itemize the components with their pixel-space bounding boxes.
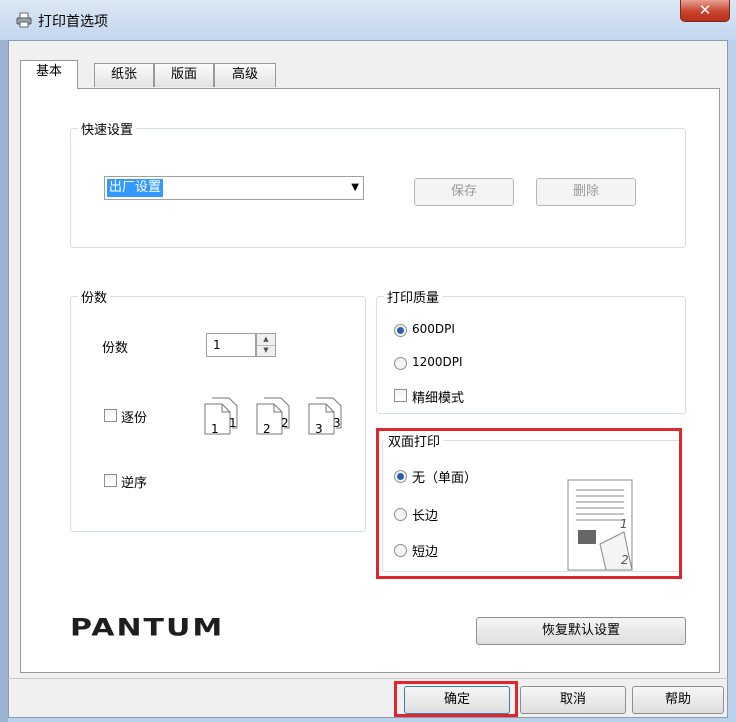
copies-title: 份数 [78,287,111,306]
quality-600dpi-label: 600DPI [412,322,455,336]
ok-highlight-box [394,681,518,717]
collate-page-number: 3 [333,416,341,430]
tab-advanced[interactable]: 高级 [214,63,276,87]
collate-page-number: 1 [229,416,237,430]
print-preferences-window: 打印首选项 ✕ 基本 纸张 版面 高级 快速设置 出厂设置 ▼ 保存 删除 份数… [0,0,736,722]
quality-600dpi-radio[interactable] [394,324,407,337]
collate-page-set-3: 3 3 [308,397,342,436]
window-border [0,40,8,722]
printer-icon [16,12,32,28]
print-quality-title: 打印质量 [384,287,443,306]
collate-page-number: 1 [211,422,219,436]
duplex-highlight-box [376,428,682,579]
reverse-order-checkbox[interactable] [104,474,117,487]
window-title: 打印首选项 [38,14,108,30]
collate-page-number: 2 [263,422,271,436]
fine-mode-checkbox[interactable] [394,389,407,402]
arrow-down-icon[interactable]: ▼ [257,345,275,356]
collate-page-set-1: 1 1 [204,397,238,436]
chevron-down-icon: ▼ [351,182,359,193]
tab-layout[interactable]: 版面 [154,63,214,87]
collate-page-set-2: 2 2 [256,397,290,436]
save-button[interactable]: 保存 [414,178,514,206]
copies-input[interactable]: 1 [206,333,256,357]
tab-paper[interactable]: 纸张 [94,63,154,87]
tab-basic[interactable]: 基本 [20,60,78,89]
copies-stepper[interactable]: ▲ ▼ [256,333,276,357]
help-button[interactable]: 帮助 [632,686,724,714]
quick-settings-select[interactable]: 出厂设置 ▼ [104,176,364,200]
cancel-button[interactable]: 取消 [520,686,626,714]
collate-page-number: 3 [315,422,323,436]
reverse-order-label: 逆序 [121,476,148,491]
copies-label: 份数 [102,341,129,356]
close-button[interactable]: ✕ [680,0,730,22]
title-bar[interactable]: 打印首选项 ✕ [0,0,736,40]
quality-1200dpi-label: 1200DPI [412,355,463,369]
quick-settings-selected: 出厂设置 [107,179,164,197]
footer-divider [8,678,728,679]
fine-mode-label: 精细模式 [412,391,465,406]
collate-page-number: 2 [281,416,289,430]
restore-defaults-button[interactable]: 恢复默认设置 [476,617,686,645]
collate-pages-icon: 1 1 2 2 3 3 [204,397,342,436]
collate-label: 逐份 [121,411,148,426]
collate-checkbox[interactable] [104,409,117,422]
pantum-logo: PANTUM [70,614,225,642]
quick-settings-title: 快速设置 [78,119,137,138]
close-icon: ✕ [698,1,712,19]
quality-1200dpi-radio[interactable] [394,357,407,370]
delete-button[interactable]: 删除 [536,178,636,206]
